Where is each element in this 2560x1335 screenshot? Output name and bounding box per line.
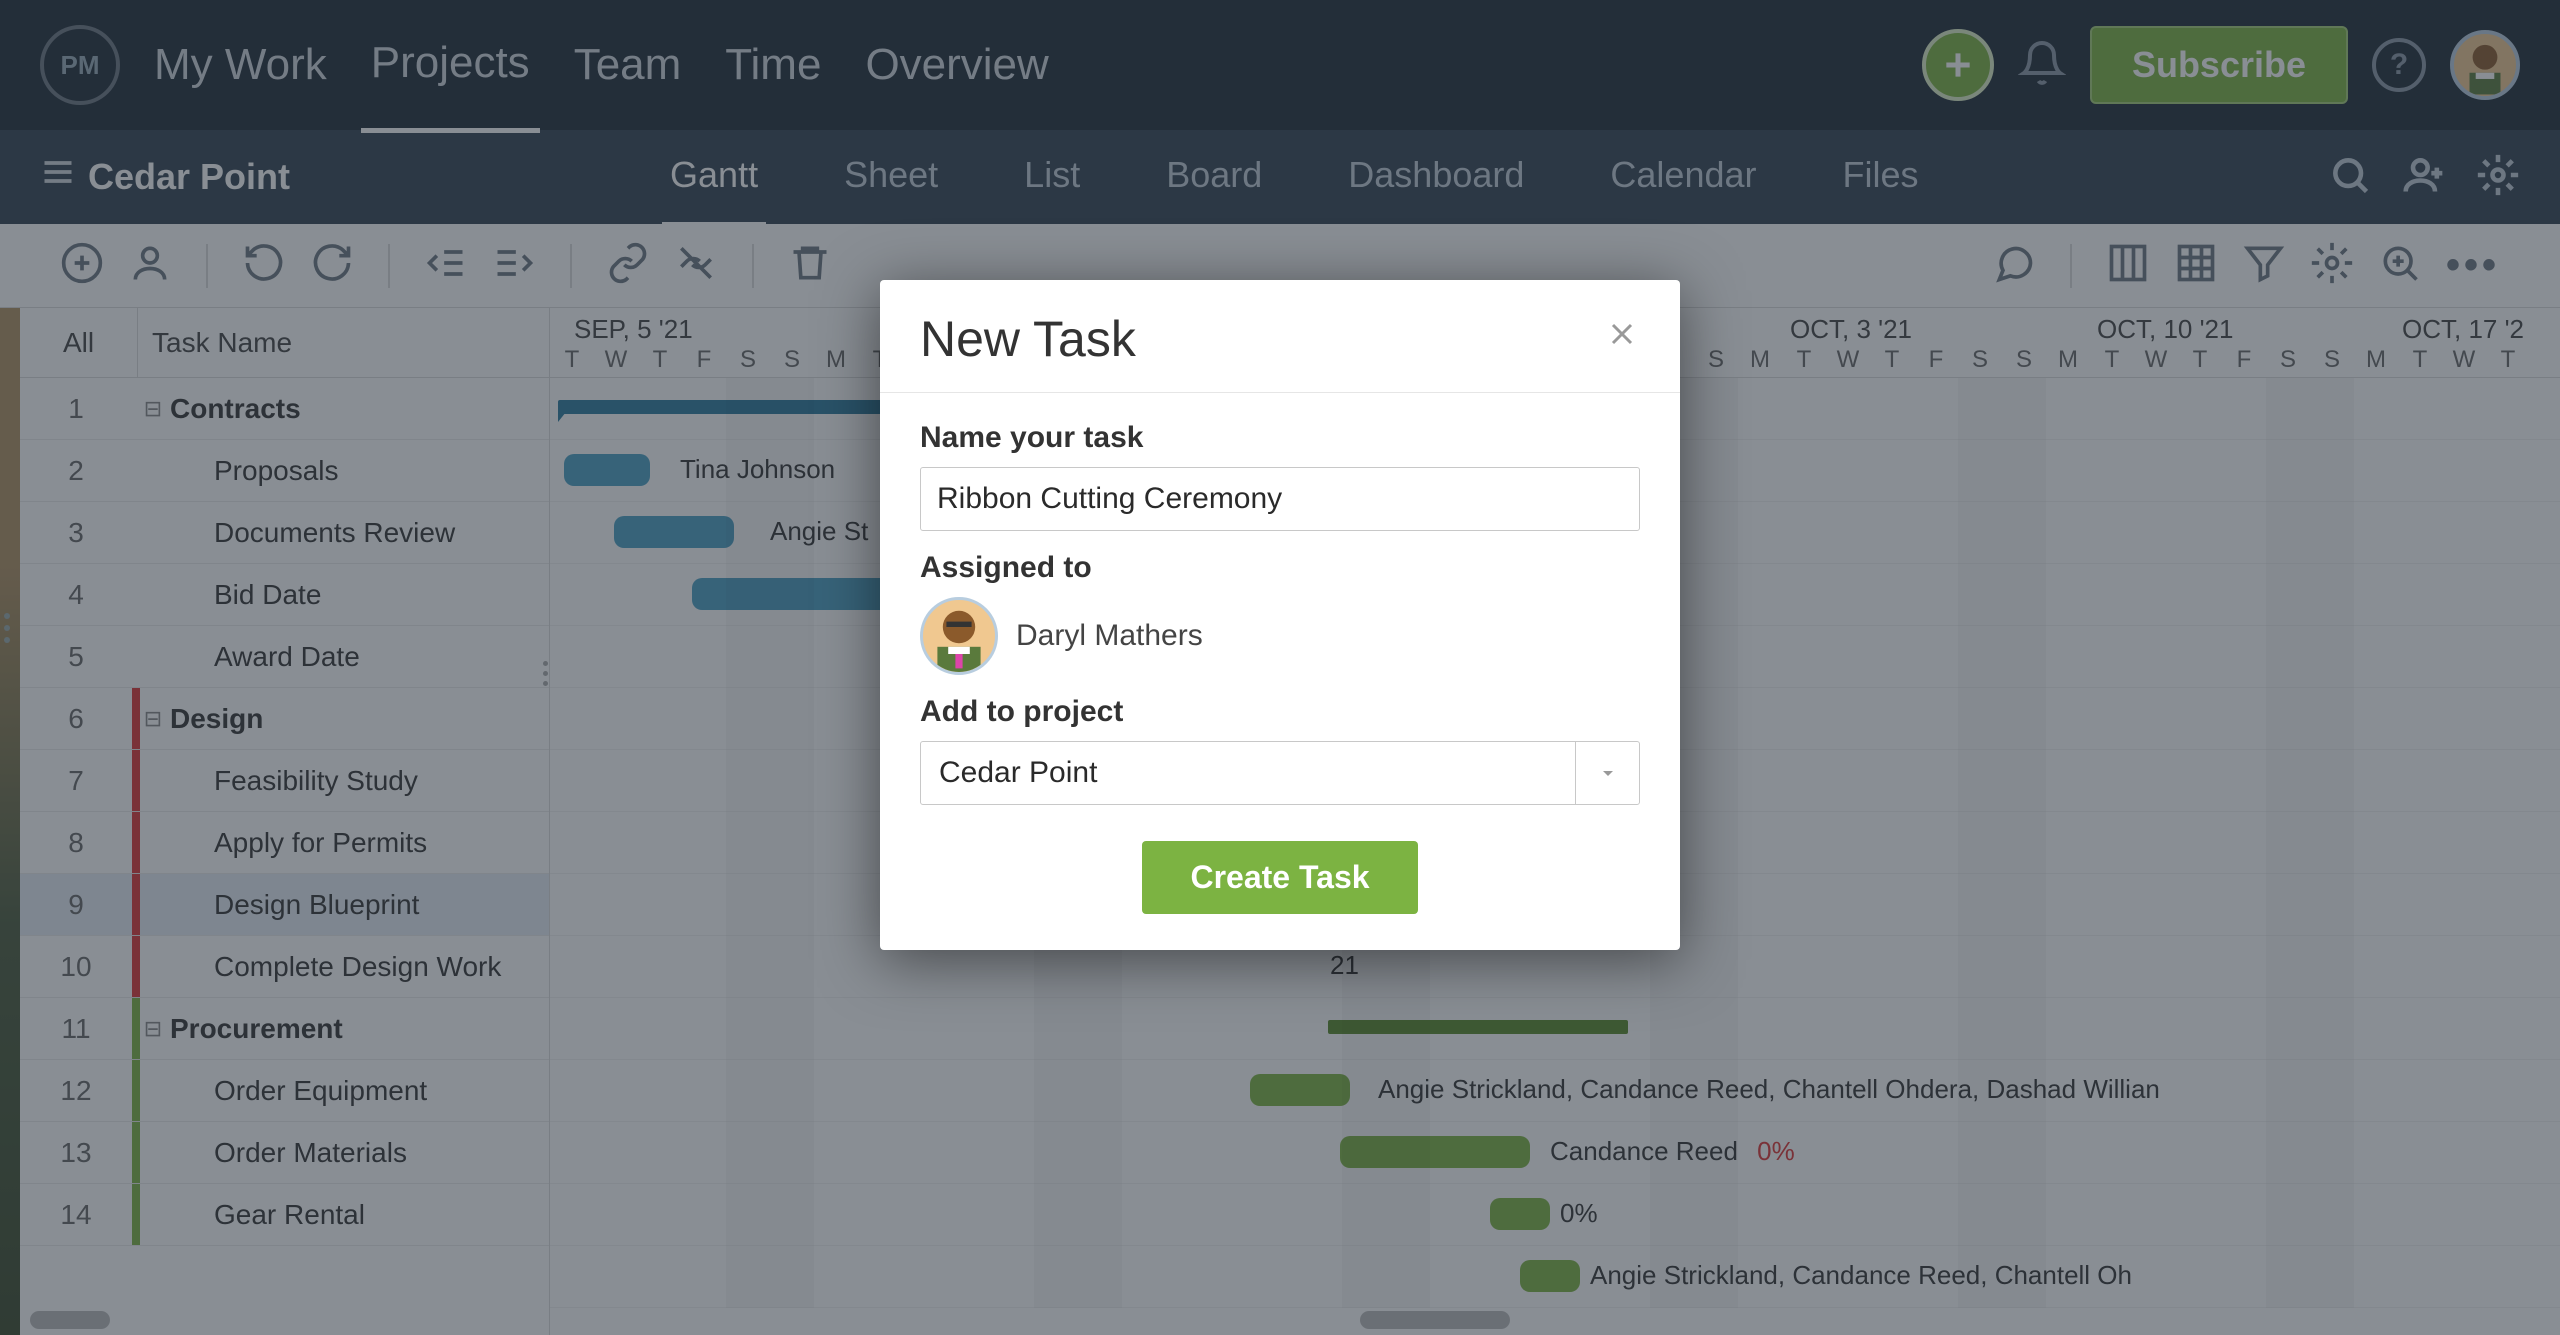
project-select[interactable]: Cedar Point xyxy=(920,741,1640,805)
task-name-label: Name your task xyxy=(920,421,1640,455)
add-to-project-label: Add to project xyxy=(920,695,1640,729)
project-select-value: Cedar Point xyxy=(921,742,1575,804)
assignee-row[interactable]: Daryl Mathers xyxy=(920,597,1640,675)
new-task-dialog: New Task Name your task Assigned to Dary… xyxy=(880,280,1680,950)
assignee-avatar xyxy=(920,597,998,675)
assignee-name: Daryl Mathers xyxy=(1016,619,1203,653)
close-icon[interactable] xyxy=(1604,316,1640,362)
assigned-to-label: Assigned to xyxy=(920,551,1640,585)
modal-title: New Task xyxy=(920,310,1136,368)
modal-overlay[interactable]: New Task Name your task Assigned to Dary… xyxy=(0,0,2560,1335)
task-name-input[interactable] xyxy=(920,467,1640,531)
create-task-button[interactable]: Create Task xyxy=(1142,841,1417,914)
chevron-down-icon[interactable] xyxy=(1575,742,1639,804)
